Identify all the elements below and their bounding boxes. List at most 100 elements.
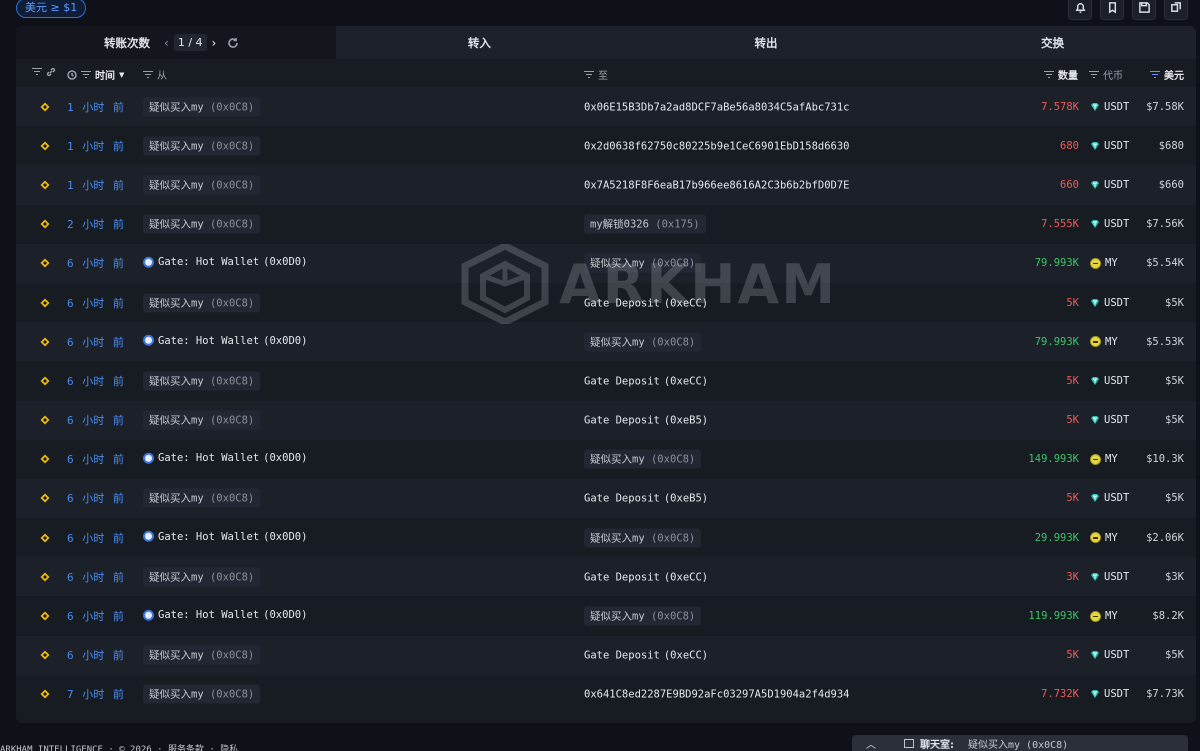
table-row[interactable]: 6 小时 前 Gate: Hot Wallet (0x0D0) 疑似买入my (0x… bbox=[16, 596, 1196, 636]
row-time[interactable]: 6 小时 前 bbox=[67, 490, 124, 506]
from-tag[interactable]: 疑似买入my (0x0C8) bbox=[143, 684, 261, 704]
row-token[interactable]: USDT bbox=[1090, 218, 1129, 230]
from-tag[interactable]: 疑似买入my (0x0C8) bbox=[143, 371, 261, 391]
from-tag[interactable]: 疑似买入my (0x0C8) bbox=[143, 175, 261, 195]
copy-download-button[interactable] bbox=[1164, 0, 1188, 20]
table-row[interactable]: 6 小时 前 Gate: Hot Wallet (0x0D0) 疑似买入my (0x… bbox=[16, 439, 1196, 479]
tab-transfers[interactable]: 转账次数 ‹ 1 / 4 › bbox=[16, 26, 336, 59]
from-tag[interactable]: 疑似买入my (0x0C8) bbox=[143, 488, 261, 508]
row-token[interactable]: USDT bbox=[1090, 414, 1129, 426]
row-token[interactable]: USDT bbox=[1090, 297, 1129, 309]
from-tag[interactable]: 疑似买入my (0x0C8) bbox=[143, 214, 261, 234]
row-time[interactable]: 6 小时 前 bbox=[67, 412, 124, 428]
to-address[interactable]: Gate Deposit (0xeCC) bbox=[584, 375, 708, 387]
to-address[interactable]: 0x2d0638f62750c80225b9e1CeC6901EbD158d66… bbox=[584, 140, 850, 152]
to-address[interactable]: Gate Deposit (0xeCC) bbox=[584, 650, 708, 662]
chevron-up-icon[interactable]: ︿ bbox=[866, 736, 876, 751]
row-time[interactable]: 1 小时 前 bbox=[67, 138, 124, 154]
from-tag[interactable]: 疑似买入my (0x0C8) bbox=[143, 293, 261, 313]
table-row[interactable]: 6 小时 前 疑似买入my (0x0C8) Gate Deposit (0xeCC)… bbox=[16, 361, 1196, 401]
next-page-icon[interactable]: › bbox=[212, 36, 217, 50]
table-row[interactable]: 1 小时 前 疑似买入my (0x0C8) 0x06E15B3Db7a2ad8DCF… bbox=[16, 87, 1196, 127]
row-token[interactable]: USDT bbox=[1090, 492, 1129, 504]
tab-in[interactable]: 转入 bbox=[336, 26, 623, 59]
header-filter-link[interactable] bbox=[32, 67, 56, 77]
usd-filter-chip[interactable]: 美元 ≥ $1 bbox=[16, 0, 87, 18]
prev-page-icon[interactable]: ‹ bbox=[164, 36, 169, 50]
table-row[interactable]: 6 小时 前 疑似买入my (0x0C8) Gate Deposit (0xeCC)… bbox=[16, 557, 1196, 597]
from-tag[interactable]: 疑似买入my (0x0C8) bbox=[143, 410, 261, 430]
header-token[interactable]: 代币 bbox=[1089, 67, 1123, 82]
row-time[interactable]: 6 小时 前 bbox=[67, 608, 124, 624]
bookmark-button[interactable] bbox=[1100, 0, 1124, 20]
table-row[interactable]: 2 小时 前 疑似买入my (0x0C8) my解锁0326 (0x175) 7.55… bbox=[16, 204, 1196, 244]
from-entity[interactable]: Gate: Hot Wallet (0x0D0) bbox=[143, 334, 307, 346]
from-tag[interactable]: 疑似买入my (0x0C8) bbox=[143, 136, 261, 156]
table-row[interactable]: 6 小时 前 Gate: Hot Wallet (0x0D0) 疑似买入my (0x… bbox=[16, 518, 1196, 558]
table-row[interactable]: 1 小时 前 疑似买入my (0x0C8) 0x7A5218F8F6eaB17b96… bbox=[16, 165, 1196, 205]
row-token[interactable]: USDT bbox=[1090, 101, 1129, 113]
row-time[interactable]: 6 小时 前 bbox=[67, 647, 124, 663]
row-token[interactable]: MY bbox=[1090, 610, 1118, 622]
row-token[interactable]: MY bbox=[1090, 336, 1118, 348]
header-from[interactable]: 从 bbox=[143, 67, 167, 82]
refresh-icon[interactable] bbox=[227, 37, 239, 49]
row-token[interactable]: USDT bbox=[1090, 375, 1129, 387]
table-row[interactable]: 6 小时 前 疑似买入my (0x0C8) Gate Deposit (0xeCC)… bbox=[16, 282, 1196, 323]
to-tag[interactable]: 疑似买入my (0x0C8) bbox=[584, 449, 702, 469]
to-address[interactable]: Gate Deposit (0xeCC) bbox=[584, 297, 708, 309]
row-token[interactable]: USDT bbox=[1090, 571, 1129, 583]
row-token[interactable]: USDT bbox=[1090, 140, 1129, 152]
from-entity[interactable]: Gate: Hot Wallet (0x0D0) bbox=[143, 530, 307, 542]
alert-button[interactable] bbox=[1068, 0, 1092, 20]
row-time[interactable]: 6 小时 前 bbox=[67, 295, 124, 311]
from-tag[interactable]: 疑似买入my (0x0C8) bbox=[143, 645, 261, 665]
from-entity[interactable]: Gate: Hot Wallet (0x0D0) bbox=[143, 609, 307, 621]
row-token[interactable]: USDT bbox=[1090, 649, 1129, 661]
chat-bar[interactable]: ︿ 聊天室: 疑似买入my (0x0C8) bbox=[852, 735, 1188, 751]
from-tag[interactable]: 疑似买入my (0x0C8) bbox=[143, 567, 261, 587]
row-token[interactable]: USDT bbox=[1090, 688, 1129, 700]
row-time[interactable]: 2 小时 前 bbox=[67, 216, 124, 232]
tab-swap[interactable]: 交换 bbox=[909, 26, 1196, 59]
row-token[interactable]: MY bbox=[1090, 257, 1118, 269]
row-time[interactable]: 6 小时 前 bbox=[67, 451, 124, 467]
tab-out[interactable]: 转出 bbox=[623, 26, 910, 59]
save-button[interactable] bbox=[1132, 0, 1156, 20]
to-tag[interactable]: 疑似买入my (0x0C8) bbox=[584, 253, 702, 273]
row-token[interactable]: MY bbox=[1090, 453, 1118, 465]
header-to[interactable]: 至 bbox=[584, 67, 608, 82]
row-token[interactable]: MY bbox=[1090, 532, 1118, 544]
row-time[interactable]: 6 小时 前 bbox=[67, 373, 124, 389]
to-address[interactable]: 0x641C8ed2287E9BD92aFc03297A5D1904a2f4d9… bbox=[584, 689, 850, 701]
table-row[interactable]: 6 小时 前 Gate: Hot Wallet (0x0D0) 疑似买入my (0x… bbox=[16, 322, 1196, 362]
from-tag[interactable]: 疑似买入my (0x0C8) bbox=[143, 97, 261, 117]
header-amount[interactable]: 数量 bbox=[1044, 67, 1078, 82]
row-token[interactable]: USDT bbox=[1090, 179, 1129, 191]
to-tag[interactable]: 疑似买入my (0x0C8) bbox=[584, 528, 702, 548]
row-time[interactable]: 1 小时 前 bbox=[67, 177, 124, 193]
row-time[interactable]: 6 小时 前 bbox=[67, 530, 124, 546]
to-address[interactable]: 0x06E15B3Db7a2ad8DCF7aBe56a8034C5afAbc73… bbox=[584, 101, 850, 113]
row-time[interactable]: 1 小时 前 bbox=[67, 99, 124, 115]
header-usd[interactable]: 美元 bbox=[1150, 67, 1184, 82]
to-tag[interactable]: my解锁0326 (0x175) bbox=[584, 214, 706, 234]
row-time[interactable]: 6 小时 前 bbox=[67, 569, 124, 585]
to-tag[interactable]: 疑似买入my (0x0C8) bbox=[584, 606, 702, 626]
table-row[interactable]: 6 小时 前 疑似买入my (0x0C8) Gate Deposit (0xeCC)… bbox=[16, 635, 1196, 675]
to-address[interactable]: Gate Deposit (0xeB5) bbox=[584, 493, 708, 505]
table-row[interactable]: 7 小时 前 疑似买入my (0x0C8) 0x641C8ed2287E9BD92a… bbox=[16, 674, 1196, 714]
to-address[interactable]: Gate Deposit (0xeCC) bbox=[584, 571, 708, 583]
header-time[interactable]: 时间 ▼ bbox=[67, 67, 124, 82]
to-tag[interactable]: 疑似买入my (0x0C8) bbox=[584, 332, 702, 352]
from-entity[interactable]: Gate: Hot Wallet (0x0D0) bbox=[143, 452, 307, 464]
table-row[interactable]: 6 小时 前 疑似买入my (0x0C8) Gate Deposit (0xeB5)… bbox=[16, 478, 1196, 519]
row-time[interactable]: 6 小时 前 bbox=[67, 334, 124, 350]
table-row[interactable]: 1 小时 前 疑似买入my (0x0C8) 0x2d0638f62750c80225… bbox=[16, 126, 1196, 166]
table-row[interactable]: 6 小时 前 疑似买入my (0x0C8) Gate Deposit (0xeB5)… bbox=[16, 400, 1196, 440]
row-time[interactable]: 7 小时 前 bbox=[67, 686, 124, 702]
table-row[interactable]: 6 小时 前 Gate: Hot Wallet (0x0D0) 疑似买入my (0x… bbox=[16, 243, 1196, 283]
to-address[interactable]: 0x7A5218F8F6eaB17b966ee8616A2C3b6b2bfD0D… bbox=[584, 179, 850, 191]
row-time[interactable]: 6 小时 前 bbox=[67, 255, 124, 271]
to-address[interactable]: Gate Deposit (0xeB5) bbox=[584, 415, 708, 427]
